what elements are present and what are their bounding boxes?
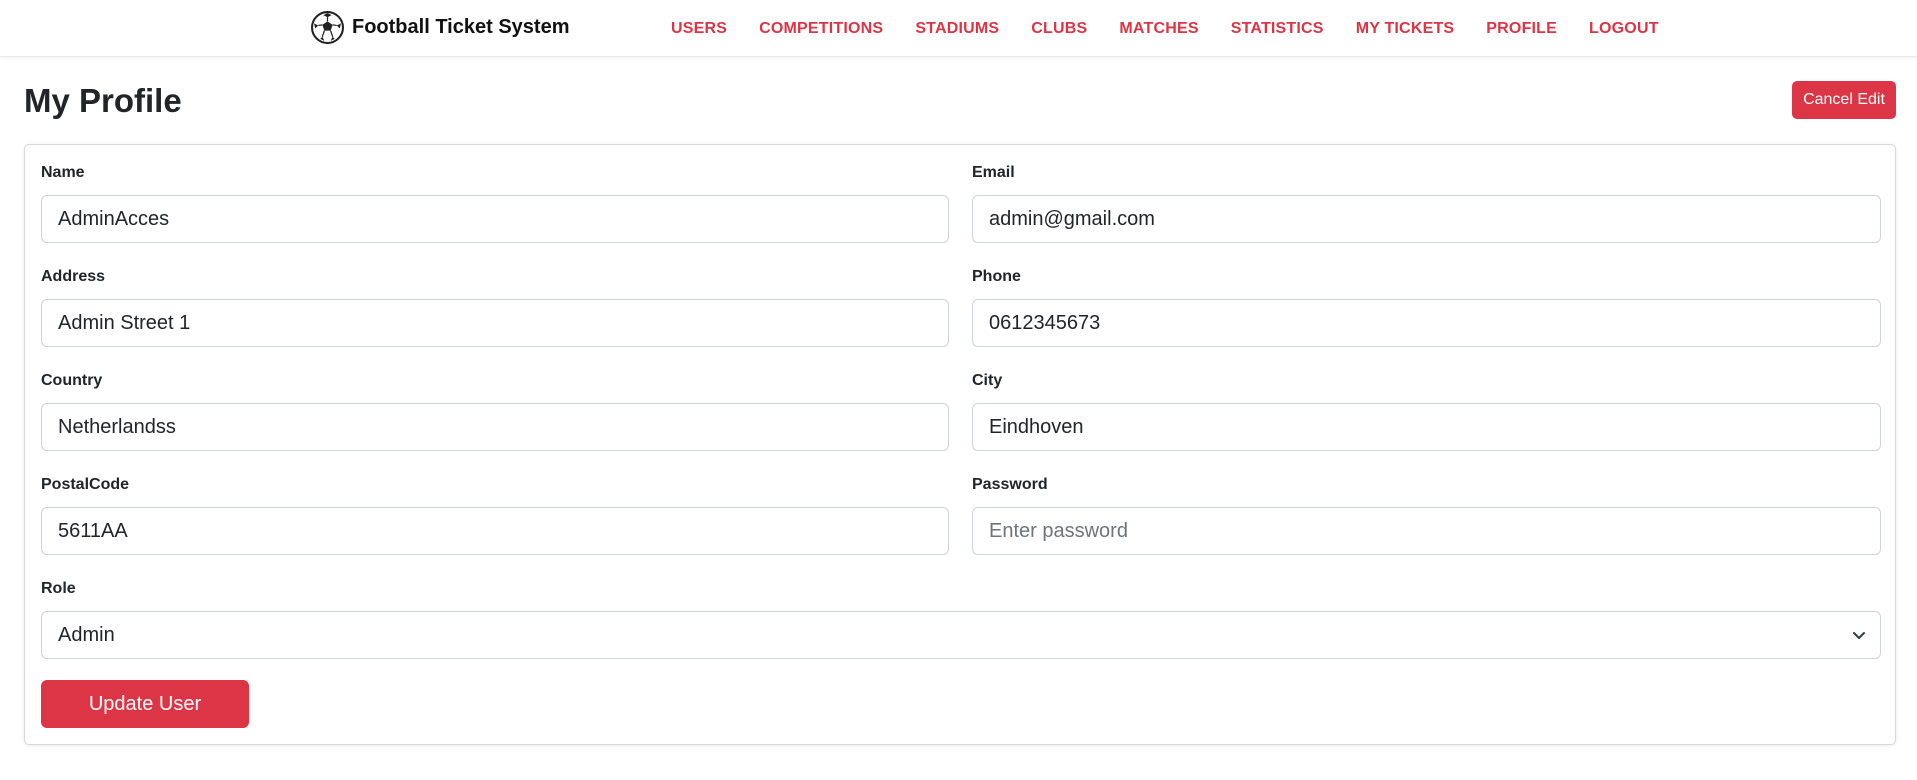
email-label: Email [972,164,1015,181]
nav-logout[interactable]: LOGOUT [1589,20,1659,38]
phone-field-group: Phone [972,267,1881,347]
cancel-edit-button[interactable]: Cancel Edit [1792,81,1896,119]
role-select-wrapper: Admin [41,611,1881,659]
name-label: Name [41,164,85,181]
password-input[interactable] [972,507,1881,555]
nav-stadiums[interactable]: STADIUMS [915,20,999,38]
password-label: Password [972,476,1048,493]
nav-my-tickets[interactable]: MY TICKETS [1356,20,1455,38]
postal-code-label: PostalCode [41,476,130,493]
country-label: Country [41,372,103,389]
nav-menu: USERS COMPETITIONS STADIUMS CLUBS MATCHE… [671,0,1691,57]
soccer-ball-icon [311,11,344,44]
nav-statistics[interactable]: STATISTICS [1231,20,1324,38]
role-select[interactable]: Admin [41,611,1881,659]
name-field-group: Name [41,163,949,243]
postal-code-field-group: PostalCode [41,475,949,555]
email-field-group: Email [972,163,1881,243]
country-field-group: Country [41,371,949,451]
role-label: Role [41,580,76,597]
city-field-group: City [972,371,1881,451]
password-field-group: Password [972,475,1881,555]
name-input[interactable] [41,195,949,243]
address-field-group: Address [41,267,949,347]
city-input[interactable] [972,403,1881,451]
phone-input[interactable] [972,299,1881,347]
brand[interactable]: Football Ticket System [311,11,569,44]
country-input[interactable] [41,403,949,451]
nav-clubs[interactable]: CLUBS [1031,20,1087,38]
top-navbar: Football Ticket System USERS COMPETITION… [0,0,1917,57]
nav-competitions[interactable]: COMPETITIONS [759,20,883,38]
nav-profile[interactable]: PROFILE [1486,20,1557,38]
nav-matches[interactable]: MATCHES [1119,20,1198,38]
update-user-button[interactable]: Update User [41,680,249,728]
profile-form-card: Name Email Address Phone Country City Po… [24,144,1896,745]
role-field-group: Role Admin [41,579,1881,659]
address-input[interactable] [41,299,949,347]
address-label: Address [41,268,106,285]
phone-label: Phone [972,268,1021,285]
email-input[interactable] [972,195,1881,243]
page-title: My Profile [24,82,182,119]
city-label: City [972,372,1003,389]
app-title: Football Ticket System [352,16,570,38]
postal-code-input[interactable] [41,507,949,555]
nav-users[interactable]: USERS [671,20,727,38]
